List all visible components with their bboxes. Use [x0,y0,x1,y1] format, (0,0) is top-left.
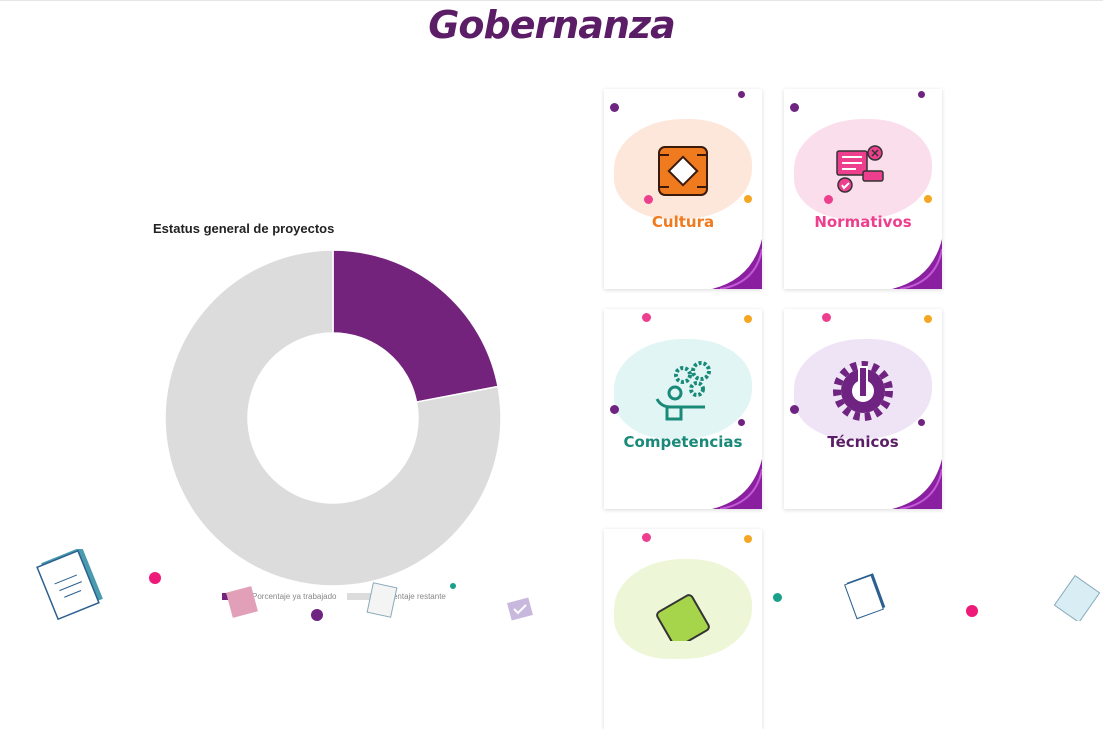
paper-stack-icon [844,573,886,620]
confetti-dot [642,533,651,542]
card-competencias[interactable]: Competencias [604,309,762,509]
confetti-dot [744,315,752,323]
project-status-chart: Estatus general de proyectos Porcentaje … [150,216,520,616]
card-corner-decoration [892,239,942,289]
confetti-dot [966,605,978,617]
confetti-dot [790,405,799,414]
confetti-dot [610,405,619,414]
donut-slice-worked[interactable] [332,249,499,403]
confetti-dot [149,572,161,584]
page-title: Gobernanza [428,3,676,47]
confetti-dot [738,419,745,426]
paper-stack-icon [36,549,103,621]
handshake-icon [658,146,708,196]
legend-label-worked: Porcentaje ya trabajado [252,592,337,601]
note-icon [226,586,258,618]
confetti-dot [924,195,932,203]
chart-title: Estatus general de proyectos [153,221,335,236]
card-corner-decoration [712,459,762,509]
card-label: Normativos [814,213,912,231]
confetti-dot [824,195,833,204]
confetti-dot [610,103,619,112]
confetti-dot [790,103,799,112]
confetti-dot [924,315,932,323]
wrench-gear-icon [833,361,893,421]
gears-person-icon [655,361,711,421]
confetti-dot [773,593,782,602]
confetti-dot [311,609,323,621]
card-tecnicos[interactable]: Técnicos [784,309,942,509]
confetti-dot [450,583,456,589]
card-corner-decoration [712,239,762,289]
envelope-icon [507,597,533,621]
blueprint-icon [656,594,710,641]
confetti-dot [644,195,653,204]
donut-chart [164,249,502,586]
paper-icon [366,582,398,618]
confetti-dot [918,419,925,426]
card-label: Competencias [623,433,743,451]
card-cultura[interactable]: Cultura [604,89,762,289]
confetti-dot [744,195,752,203]
document-icon [836,145,884,193]
paper-icon [1053,575,1101,621]
confetti-dot [918,91,925,98]
card-normativos[interactable]: Normativos [784,89,942,289]
card-planos[interactable] [604,529,762,729]
confetti-dot [738,91,745,98]
confetti-dot [822,313,831,322]
card-label: Técnicos [827,433,899,451]
card-label: Cultura [651,213,715,231]
confetti-dot [642,313,651,322]
confetti-dot [744,535,752,543]
card-corner-decoration [892,459,942,509]
